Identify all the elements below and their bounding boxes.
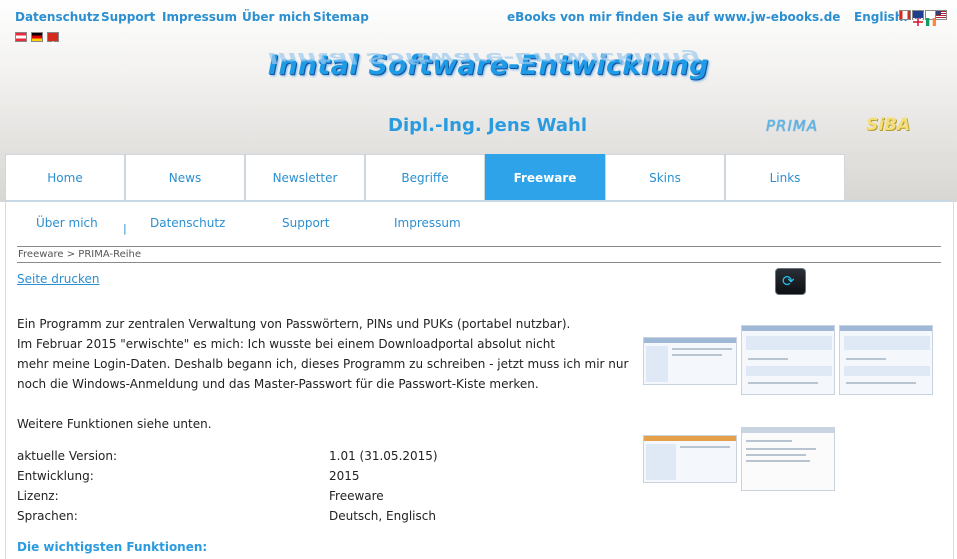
tab-newsletter[interactable]: Newsletter	[245, 154, 365, 201]
info-label-languages: Sprachen:	[17, 509, 78, 523]
usa-flag-icon[interactable]	[935, 10, 947, 20]
site-subtitle: Dipl.-Ing. Jens Wahl	[388, 115, 588, 136]
switzerland-flag-icon[interactable]	[47, 32, 59, 47]
divider-top	[17, 246, 941, 247]
breadcrumb[interactable]: Freeware > PRIMA-Reihe	[18, 249, 141, 260]
info-value-version: 1.01 (31.05.2015)	[329, 449, 438, 463]
tab-begriffe[interactable]: Begriffe	[365, 154, 485, 201]
tab-links[interactable]: Links	[725, 154, 845, 201]
tab-skins[interactable]: Skins	[605, 154, 725, 201]
top-link-sitemap[interactable]: Sitemap	[313, 10, 369, 24]
austria-flag-icon[interactable]	[15, 32, 27, 42]
germany-flag-icon[interactable]	[31, 32, 43, 42]
subnav-support[interactable]: Support	[282, 216, 329, 230]
info-value-development: 2015	[329, 469, 360, 483]
print-page-link[interactable]: Seite drucken	[17, 272, 100, 286]
info-value-languages: Deutsch, Englisch	[329, 509, 436, 523]
top-link-datenschutz[interactable]: Datenschutz	[15, 10, 100, 24]
screenshot-thumbnail[interactable]	[643, 337, 737, 385]
refresh-icon[interactable]: ⟳	[775, 268, 806, 295]
screenshot-thumbnail[interactable]	[839, 325, 933, 395]
ebooks-notice[interactable]: eBooks von mir finden Sie auf www.jw-ebo…	[507, 10, 840, 24]
top-link-ueber-mich[interactable]: Über mich	[242, 10, 311, 24]
more-functions-text: Weitere Funktionen siehe unten.	[17, 417, 212, 431]
site-title-reflection: Inntal Software-Entwicklung	[268, 48, 701, 66]
tab-home[interactable]: Home	[5, 154, 125, 201]
screenshot-thumbnail[interactable]	[741, 325, 835, 395]
uk-flag-icon[interactable]	[912, 10, 924, 27]
tab-news[interactable]: News	[125, 154, 245, 201]
top-link-impressum[interactable]: Impressum	[162, 10, 237, 24]
subnav-impressum[interactable]: Impressum	[394, 216, 461, 230]
screenshot-thumbnail[interactable]	[741, 427, 835, 491]
functions-heading: Die wichtigsten Funktionen:	[17, 540, 208, 554]
info-label-development: Entwicklung:	[17, 469, 94, 483]
subnav-ueber-mich[interactable]: Über mich	[36, 216, 98, 230]
info-label-version: aktuelle Version:	[17, 449, 118, 463]
subnav-separator: |	[123, 222, 127, 235]
description-line: noch die Windows-Anmeldung und das Maste…	[17, 377, 539, 391]
info-value-license: Freeware	[329, 489, 384, 503]
tab-freeware[interactable]: Freeware	[485, 154, 605, 201]
divider-bottom	[17, 262, 941, 263]
description-line: Im Februar 2015 "erwischte" es mich: Ich…	[17, 337, 556, 351]
screenshot-thumbnail[interactable]	[643, 435, 737, 483]
siba-logo[interactable]: SiBA	[866, 115, 910, 135]
top-link-support[interactable]: Support	[101, 10, 155, 24]
description-line: Ein Programm zur zentralen Verwaltung vo…	[17, 317, 571, 331]
subnav-datenschutz[interactable]: Datenschutz	[150, 216, 225, 230]
info-label-license: Lizenz:	[17, 489, 59, 503]
description-line: mehr meine Login-Daten. Deshalb begann i…	[17, 357, 629, 371]
canada-flag-icon[interactable]	[899, 10, 911, 20]
prima-logo[interactable]: PRIMA	[766, 117, 818, 135]
